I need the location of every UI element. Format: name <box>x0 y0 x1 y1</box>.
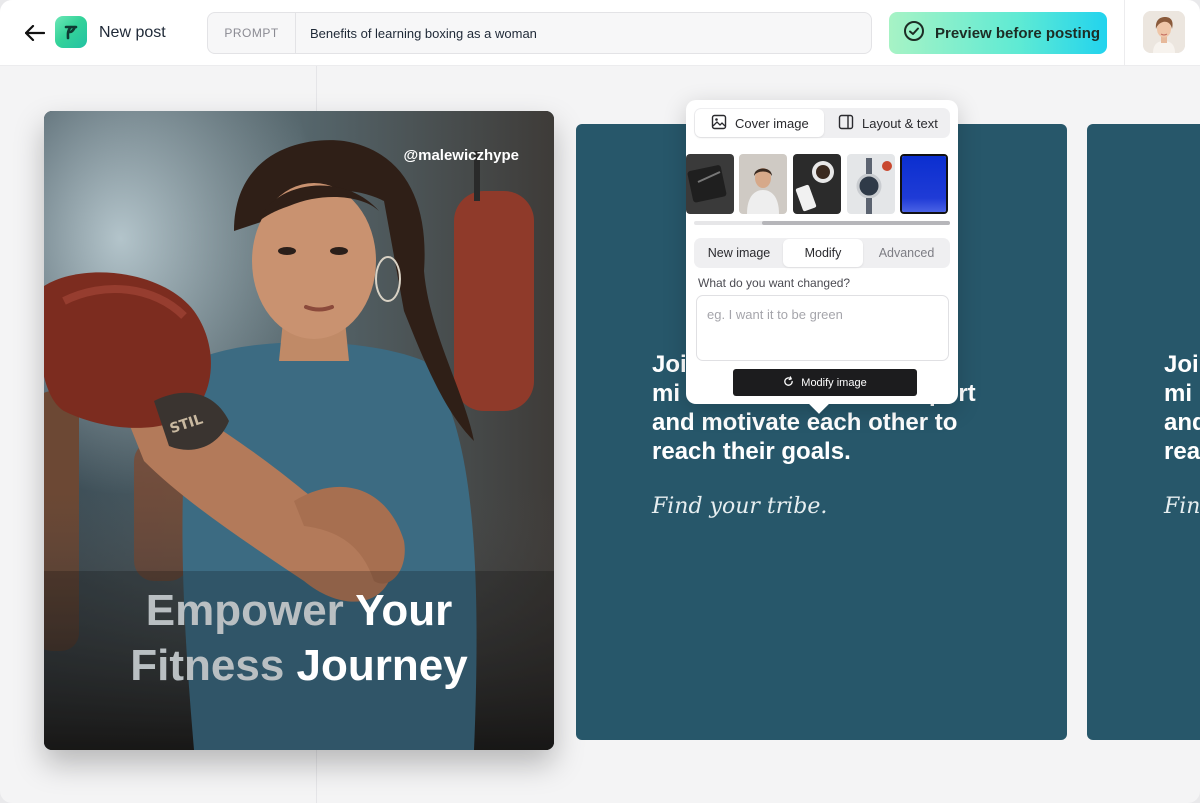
app-logo-icon[interactable] <box>55 16 87 48</box>
account-handle: @malewiczhype <box>403 147 519 164</box>
post-card-cover[interactable]: STIL @malewiczhype Empower Your Fitness … <box>44 111 554 750</box>
body-line: reach their goals. <box>652 438 851 465</box>
headline-word: Journey <box>296 641 468 690</box>
body-line: Joi <box>1164 351 1199 378</box>
headline-word: Your <box>355 586 453 635</box>
thumbnail-desk-dark[interactable] <box>686 154 734 214</box>
edit-mode-selector: New image Modify Advanced <box>694 238 950 268</box>
top-bar: New post PROMPT Preview before posting <box>0 0 1200 66</box>
change-request-input[interactable] <box>696 295 949 361</box>
page-title: New post <box>99 24 166 41</box>
headline-word: Fitness <box>130 641 285 690</box>
cover-thumbnail-strip <box>686 153 958 215</box>
tab-cover-image[interactable]: Cover image <box>695 109 824 137</box>
scrollbar-thumb[interactable] <box>762 221 950 225</box>
editor-tabs: Cover image Layout & text <box>694 108 950 138</box>
preview-before-posting-button[interactable]: Preview before posting <box>889 12 1107 54</box>
prompt-tag-label: PROMPT <box>208 13 296 53</box>
body-line: and motivate each other to <box>652 409 958 436</box>
back-arrow-icon[interactable] <box>22 20 48 46</box>
tab-label: Layout & text <box>862 115 938 131</box>
modify-button-label: Modify image <box>801 376 867 389</box>
preview-button-label: Preview before posting <box>935 24 1101 42</box>
thumbnail-person-hoodie[interactable] <box>739 154 787 214</box>
modify-image-button[interactable]: Modify image <box>733 369 917 396</box>
tab-label: Cover image <box>735 115 809 131</box>
thumbnail-blue-solid[interactable] <box>900 154 948 214</box>
mode-new-image[interactable]: New image <box>695 239 783 267</box>
post-card-text-next[interactable]: Joi mi and rea Fin <box>1087 124 1200 740</box>
tab-layout-text[interactable]: Layout & text <box>826 109 949 137</box>
card-body-text: Joi mi and rea <box>1164 350 1200 466</box>
mode-advanced[interactable]: Advanced <box>864 239 949 267</box>
headline-line-2: Fitness Journey <box>44 638 554 693</box>
check-circle-icon <box>903 20 925 46</box>
body-line: mi <box>1164 380 1193 407</box>
change-request-label: What do you want changed? <box>698 276 851 290</box>
body-line: and <box>1164 409 1200 436</box>
prompt-field[interactable]: PROMPT <box>207 12 872 54</box>
headline-line-1: Empower Your <box>44 583 554 638</box>
mode-modify[interactable]: Modify <box>783 239 863 267</box>
headline-word: Empower <box>145 586 344 635</box>
app-window: New post PROMPT Preview before posting <box>0 0 1200 803</box>
image-editor-popover: Cover image Layout & text New image Modi… <box>686 100 958 414</box>
thumbnail-coffee-phone[interactable] <box>793 154 841 214</box>
body-line: rea <box>1164 438 1200 465</box>
card-tagline: Fin <box>1164 494 1200 519</box>
thumbnail-watch-flatlay[interactable] <box>847 154 895 214</box>
prompt-input[interactable] <box>310 13 860 53</box>
refresh-icon <box>783 375 794 390</box>
avatar-area <box>1124 0 1200 66</box>
layout-icon <box>838 114 854 133</box>
image-icon <box>711 114 727 133</box>
thumbnail-scrollbar[interactable] <box>694 221 950 225</box>
user-avatar[interactable] <box>1143 11 1185 53</box>
card-tagline: Find your tribe. <box>652 494 828 519</box>
